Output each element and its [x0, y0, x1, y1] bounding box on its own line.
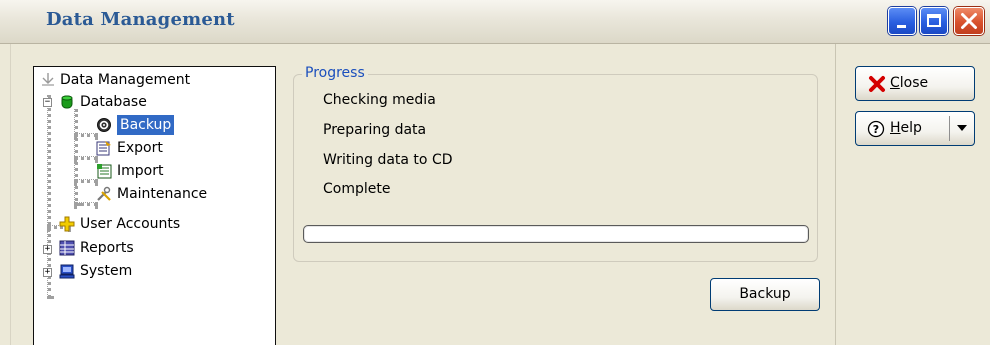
close-icon: [961, 13, 977, 29]
expand-toggle[interactable]: +: [43, 268, 52, 277]
chevron-down-icon[interactable]: [957, 125, 967, 131]
close-icon: [869, 76, 885, 92]
database-icon: [61, 95, 73, 109]
tree-item-label: Reports: [80, 240, 134, 256]
data-management-icon: [42, 73, 54, 86]
tree-item-label: Import: [117, 163, 164, 179]
svg-text:?: ?: [873, 123, 879, 136]
tree-connector: [74, 179, 98, 183]
tree-connector: [74, 156, 98, 160]
maintenance-icon: [97, 186, 111, 201]
data-management-window: Data Management Data Management − Databa…: [0, 0, 990, 345]
tree-item-label: User Accounts: [80, 216, 181, 232]
tree-item-label: Backup: [117, 115, 175, 135]
minimize-icon: [897, 25, 906, 28]
window-title: Data Management: [46, 9, 235, 30]
progress-step-preparing-data: Preparing data: [323, 122, 427, 138]
tree-connector: [74, 202, 98, 206]
help-icon: ?: [867, 120, 885, 138]
help-button-label: Help: [890, 120, 922, 136]
import-icon: [97, 164, 112, 179]
user-accounts-icon: [59, 216, 75, 232]
maximize-icon: [927, 14, 941, 27]
progress-group-legend: Progress: [302, 65, 368, 81]
title-bar[interactable]: Data Management: [0, 0, 990, 44]
collapse-toggle[interactable]: −: [43, 98, 52, 107]
progress-bar: [303, 225, 809, 243]
window-close-button[interactable]: [954, 7, 984, 35]
progress-step-checking-media: Checking media: [323, 92, 436, 108]
progress-step-writing-data: Writing data to CD: [323, 152, 453, 168]
tree-item-label: System: [80, 263, 133, 279]
help-button[interactable]: ? Help: [855, 111, 975, 146]
tree-item-label: Export: [117, 140, 163, 156]
backup-button[interactable]: Backup: [710, 278, 820, 311]
tree-connector: [74, 133, 98, 137]
navigation-tree[interactable]: Data Management − Database Backup Export…: [33, 66, 276, 345]
tree-item-label: Database: [80, 94, 147, 110]
tree-item-label: Data Management: [60, 72, 191, 88]
tree-item-label: Maintenance: [117, 186, 208, 202]
progress-step-complete: Complete: [323, 181, 391, 197]
system-icon: [59, 264, 75, 279]
export-icon: [96, 141, 111, 156]
close-button-label: Close: [890, 75, 929, 91]
help-dropdown-separator: [949, 116, 950, 141]
reports-icon: [59, 240, 75, 256]
pane-divider: [835, 44, 836, 345]
minimize-button[interactable]: [888, 7, 916, 35]
expand-toggle[interactable]: +: [43, 245, 52, 254]
close-button[interactable]: Close: [855, 66, 975, 101]
backup-icon: [97, 118, 111, 132]
maximize-button[interactable]: [920, 7, 948, 35]
